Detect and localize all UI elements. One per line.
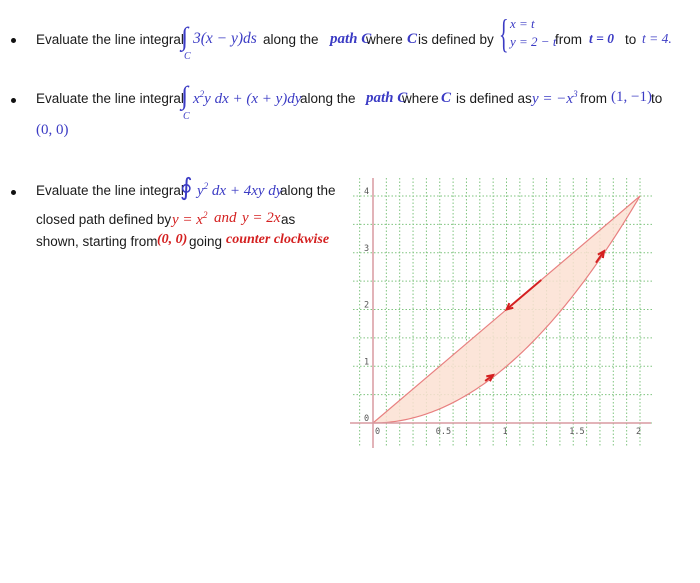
y-tick-label: 3 — [364, 244, 369, 254]
x-tick-label: 2 — [636, 427, 641, 437]
y-tick-label: 2 — [364, 301, 369, 311]
y-tick-label: 0 — [364, 414, 369, 424]
y-tick-label: 4 — [364, 187, 369, 197]
region-graph: 0 0.5 1 1.5 2 0 1 2 3 4 — [350, 178, 652, 448]
x-tick-label: 1 — [503, 427, 508, 437]
y-tick-label: 1 — [364, 357, 369, 367]
x-tick-label: 0.5 — [436, 427, 451, 437]
x-tick-label: 0 — [375, 427, 380, 437]
x-tick-label: 1.5 — [569, 427, 584, 437]
